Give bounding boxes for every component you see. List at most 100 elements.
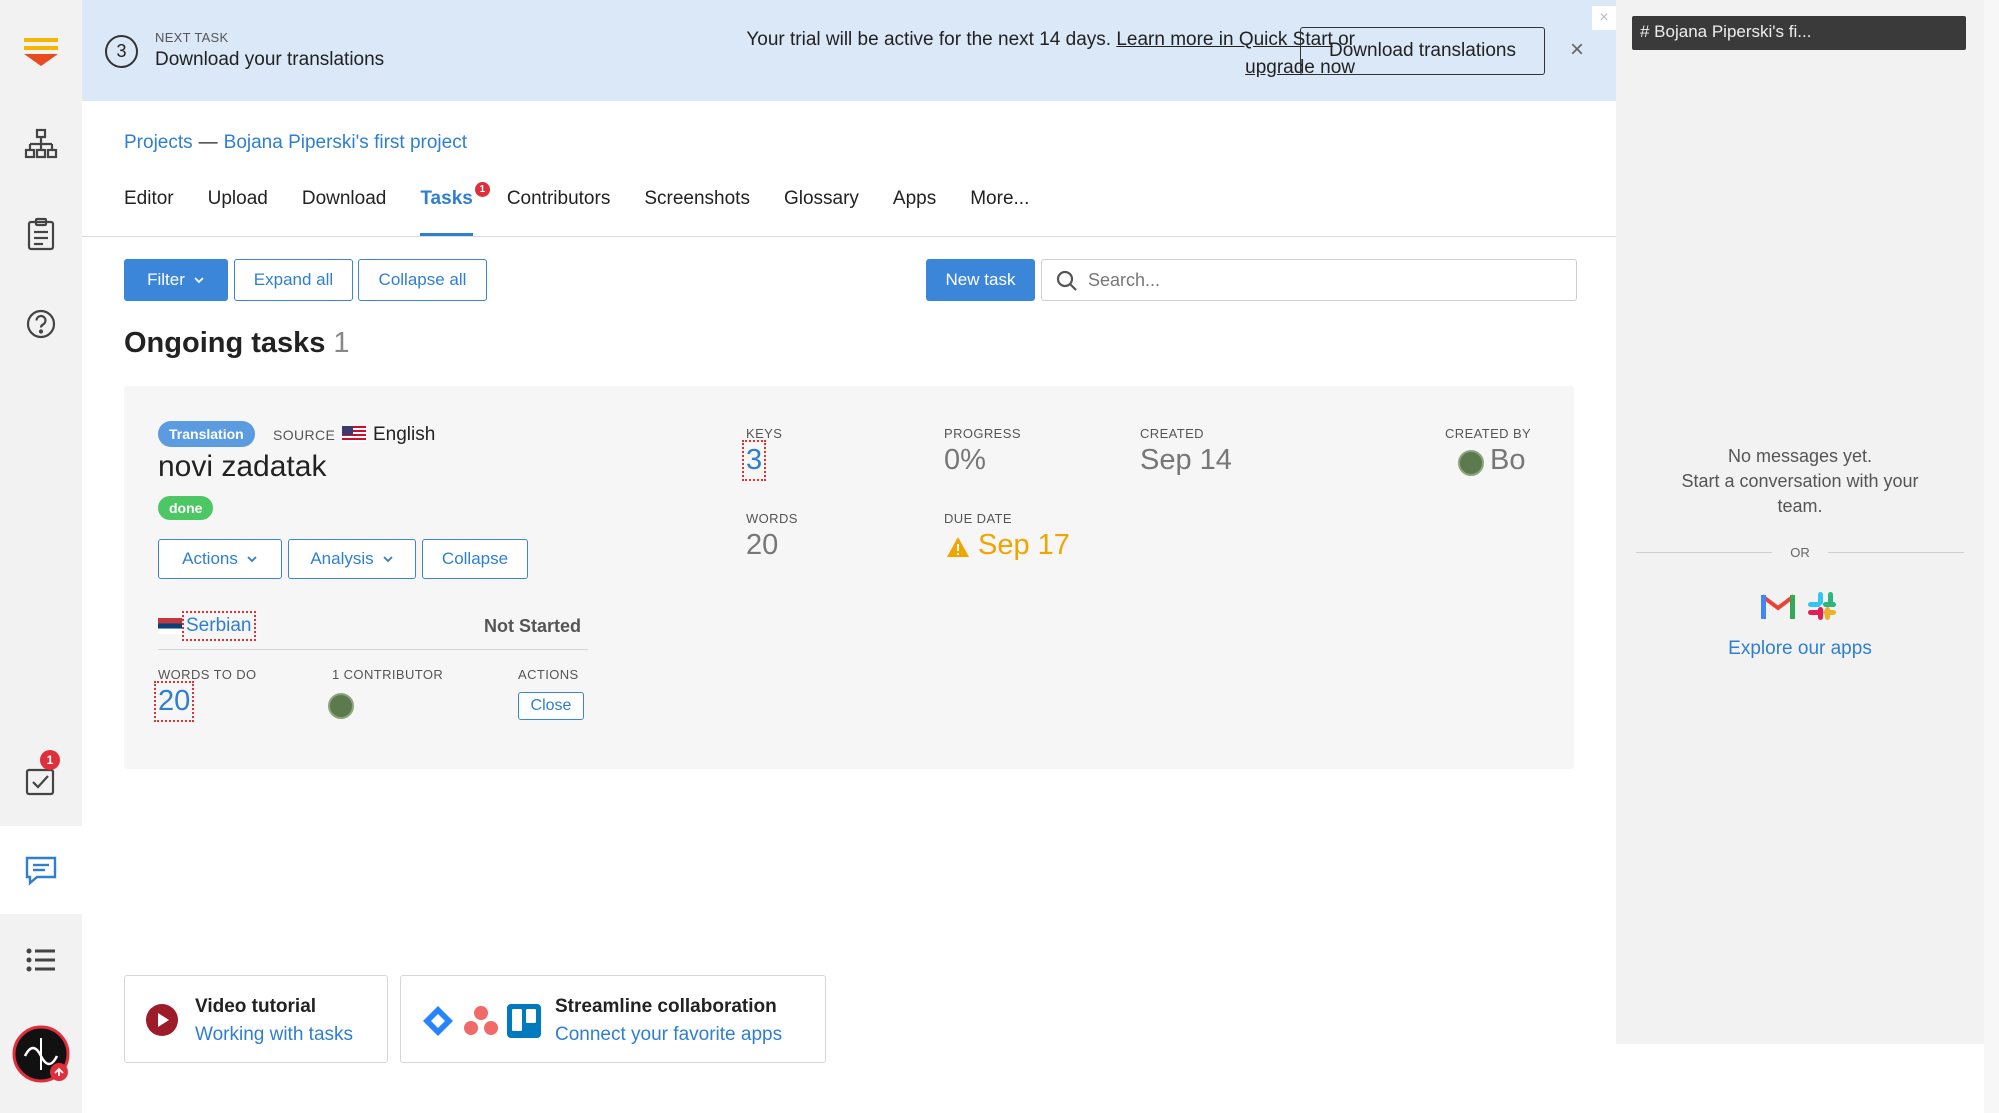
us-flag-icon (342, 426, 366, 442)
tab-more[interactable]: More... (970, 188, 1029, 236)
breadcrumb-projects-link[interactable]: Projects (124, 132, 193, 153)
play-icon (146, 1004, 178, 1036)
tab-contributors[interactable]: Contributors (507, 188, 611, 236)
streamline-title: Streamline collaboration (555, 996, 777, 1017)
keys-value[interactable]: 3 (741, 440, 767, 481)
search-icon (1056, 270, 1077, 291)
close-chat-icon[interactable]: × (1592, 6, 1616, 30)
project-tabs: Editor Upload Download Tasks 1 Contribut… (124, 182, 1063, 236)
source-language: English (373, 424, 436, 445)
target-language-link[interactable]: Serbian (182, 611, 256, 641)
rail-projects-button[interactable] (0, 100, 82, 188)
new-task-button[interactable]: New task (926, 259, 1035, 301)
serbian-flag-icon (158, 618, 182, 634)
help-circle-icon (26, 309, 56, 339)
chat-icon (25, 856, 57, 886)
slack-icon[interactable] (1806, 590, 1838, 622)
tab-glossary[interactable]: Glossary (784, 188, 859, 236)
chevron-down-icon (383, 556, 393, 563)
search-input[interactable] (1088, 268, 1558, 292)
streamline-collaboration-card[interactable]: Streamline collaboration Connect your fa… (400, 975, 826, 1063)
created-by-value: Bo (1490, 444, 1526, 476)
rail-tasks-button[interactable]: 1 (0, 736, 82, 824)
analysis-dropdown[interactable]: Analysis (288, 539, 416, 579)
tab-apps[interactable]: Apps (893, 188, 936, 236)
chat-footer (1616, 1044, 1984, 1113)
jira-icon (423, 1006, 453, 1036)
step-number: 3 (105, 35, 138, 68)
warning-icon (947, 537, 969, 557)
streamline-link[interactable]: Connect your favorite apps (555, 1024, 782, 1046)
logo-button[interactable] (0, 8, 82, 96)
tab-editor[interactable]: Editor (124, 188, 174, 236)
clipboard-icon (27, 217, 55, 251)
ongoing-tasks-title: Ongoing tasks (124, 327, 326, 359)
tabs-divider (82, 236, 1616, 237)
words-label: WORDS (746, 511, 798, 526)
trial-text: Your trial will be active for the next 1… (746, 29, 1112, 50)
breadcrumb: Projects — Bojana Piperski's first project (124, 132, 467, 154)
actions-dropdown[interactable]: Actions (158, 539, 282, 579)
video-tutorial-link[interactable]: Working with tasks (195, 1024, 353, 1046)
close-banner-icon[interactable]: × (1563, 36, 1591, 64)
breadcrumb-separator: — (198, 132, 218, 153)
chat-empty-state: No messages yet. Start a conversation wi… (1616, 444, 1984, 519)
video-tutorial-card[interactable]: Video tutorial Working with tasks (124, 975, 388, 1063)
tab-tasks-badge: 1 (474, 182, 490, 197)
chat-empty-line-2: Start a conversation with your (1681, 471, 1919, 491)
chevron-down-icon (247, 556, 257, 563)
due-date-value: Sep 17 (978, 529, 1070, 561)
list-icon (26, 948, 55, 972)
tab-screenshots[interactable]: Screenshots (644, 188, 750, 236)
analysis-label: Analysis (310, 549, 374, 568)
rail-clipboard-button[interactable] (0, 190, 82, 278)
sitemap-icon (24, 128, 58, 159)
chevron-down-icon (194, 277, 204, 284)
chat-channel-title[interactable]: # Bojana Piperski's fi... (1632, 16, 1966, 50)
due-date-label: DUE DATE (944, 511, 1012, 526)
asana-icon (464, 1006, 498, 1035)
tab-download[interactable]: Download (302, 188, 387, 236)
rail-chat-button[interactable] (0, 826, 82, 914)
words-value: 20 (746, 529, 779, 561)
task-card: Translation SOURCE English novi zadatak … (124, 386, 1574, 769)
keys-label: KEYS (746, 426, 783, 441)
tasks-badge: 1 (40, 750, 60, 770)
chat-panel: # Bojana Piperski's fi... No messages ye… (1616, 0, 1984, 1113)
target-actions-label: ACTIONS (518, 667, 579, 682)
progress-label: PROGRESS (944, 426, 1021, 441)
ongoing-tasks-count: 1 (333, 327, 350, 359)
lokalise-logo-icon (24, 38, 58, 66)
words-todo-value[interactable]: 20 (153, 681, 195, 722)
filter-button[interactable]: Filter (124, 259, 228, 301)
tab-upload[interactable]: Upload (208, 188, 268, 236)
user-avatar-button[interactable] (0, 1010, 82, 1098)
rail-help-button[interactable] (0, 280, 82, 368)
contributors-label: 1 CONTRIBUTOR (332, 667, 444, 682)
page-scrollbar[interactable] (1984, 0, 1999, 1113)
explore-apps-link[interactable]: Explore our apps (1616, 638, 1984, 660)
tab-tasks-label: Tasks (420, 188, 473, 209)
breadcrumb-project-link[interactable]: Bojana Piperski's first project (224, 132, 467, 153)
chat-empty-line-3: team. (1777, 496, 1823, 516)
close-target-button[interactable]: Close (518, 692, 584, 720)
created-value: Sep 14 (1140, 444, 1232, 476)
rail-list-button[interactable] (0, 916, 82, 1004)
progress-value: 0% (944, 444, 986, 476)
task-name: novi zadatak (158, 450, 327, 483)
download-translations-button[interactable]: Download translations (1300, 27, 1545, 75)
gmail-icon[interactable] (1760, 592, 1796, 620)
collapse-task-button[interactable]: Collapse (422, 539, 528, 579)
next-task-banner: 3 NEXT TASK Download your translations Y… (82, 0, 1616, 101)
created-label: CREATED (1140, 426, 1204, 441)
task-type-pill: Translation (158, 421, 255, 447)
words-todo-label: WORDS TO DO (158, 667, 257, 682)
collapse-all-button[interactable]: Collapse all (358, 259, 487, 301)
tab-tasks[interactable]: Tasks 1 (420, 182, 490, 236)
ongoing-tasks-heading: Ongoing tasks 1 (124, 327, 350, 360)
expand-all-button[interactable]: Expand all (234, 259, 353, 301)
search-box (1041, 259, 1577, 301)
left-rail: 1 (0, 0, 82, 1113)
user-avatar-icon (12, 1025, 70, 1083)
or-line-right (1828, 552, 1964, 553)
